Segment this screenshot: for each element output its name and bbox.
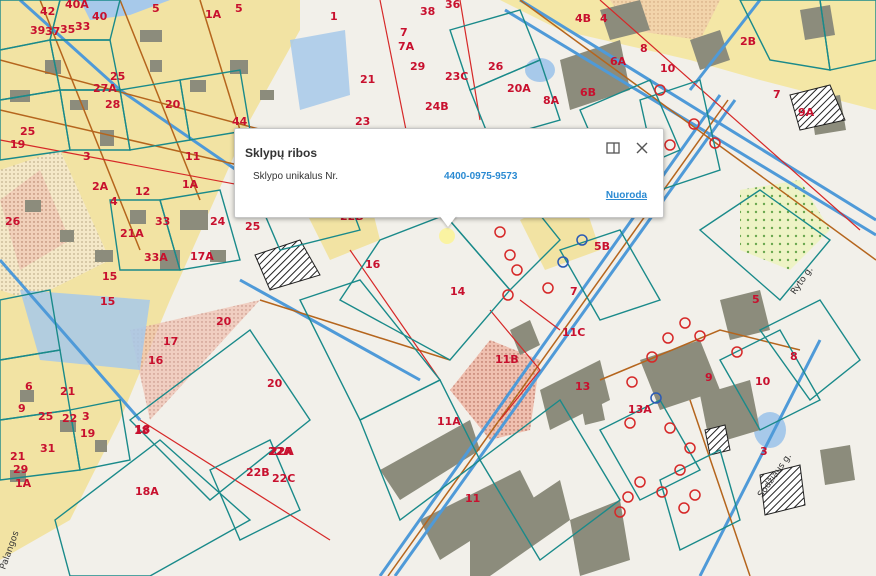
parcel-label: 2B — [740, 35, 756, 48]
parcel-label: 8 — [640, 42, 648, 55]
parcel-label: 22 — [62, 412, 77, 425]
parcel-label: 4 — [110, 195, 118, 208]
parcel-label: 9 — [705, 371, 713, 384]
maximize-icon[interactable] — [605, 140, 621, 156]
parcel-label: 39 — [30, 24, 45, 37]
parcel-id-label: Sklypo unikalus Nr. — [253, 171, 339, 182]
parcel-label: 15 — [100, 295, 115, 308]
parcel-label: 5 — [235, 2, 243, 15]
parcel-label: 26 — [488, 60, 504, 73]
parcel-label: 29 — [410, 60, 425, 73]
parcel-label: 7 — [400, 26, 408, 39]
parcel-label: 21 — [60, 385, 75, 398]
parcel-label: 31 — [40, 442, 55, 455]
parcel-label: 13A — [628, 403, 652, 416]
parcel-label: 27A — [93, 82, 117, 95]
parcel-label: 18A — [135, 485, 159, 498]
parcel-label: 1A — [15, 477, 32, 490]
parcel-label: 9A — [798, 106, 815, 119]
parcel-label: 9 — [18, 402, 26, 415]
parcel-id-value[interactable]: 4400-0975-9573 — [444, 171, 517, 182]
parcel-label: 11A — [437, 415, 461, 428]
parcel-label: 25 — [38, 410, 53, 423]
parcel-label: 36 — [445, 0, 461, 11]
parcel-label: 16 — [148, 354, 164, 367]
parcel-label: 1A — [205, 8, 222, 21]
parcel-label: 11B — [495, 353, 519, 366]
parcel-label: 6B — [580, 86, 596, 99]
parcel-label: 6 — [25, 380, 33, 393]
parcel-label: 29 — [13, 463, 28, 476]
parcel-label: 33 — [75, 20, 90, 33]
parcel-label: 3 — [83, 150, 91, 163]
parcel-label: 22A — [270, 445, 294, 458]
parcel-label: 6A — [610, 55, 627, 68]
cadastral-map[interactable]: 40A405 1A 54B 42B4239 37 35 3338362620A8A6B6A8… — [0, 0, 876, 576]
parcel-label: 11C — [562, 326, 585, 339]
parcel-label: 18 — [134, 424, 149, 437]
parcel-info-popup: Sklypų ribos Sklypo unikalus Nr. 4400-09… — [234, 128, 664, 218]
parcel-label: 19 — [10, 138, 25, 151]
parcel-label: 26 — [5, 215, 21, 228]
parcel-label: 20 — [216, 315, 232, 328]
parcel-label: 22B — [246, 466, 270, 479]
parcel-label: 14 — [450, 285, 466, 298]
parcel-label: 8A — [543, 94, 560, 107]
parcel-label: 21A — [120, 227, 144, 240]
parcel-label: 7 — [570, 285, 578, 298]
parcel-label: 44 — [232, 115, 248, 128]
parcel-label: 8 — [790, 350, 798, 363]
parcel-label: 21 — [10, 450, 25, 463]
parcel-label: 22C — [272, 472, 295, 485]
parcel-label: 16 — [365, 258, 381, 271]
parcel-label: 4 — [600, 12, 608, 25]
parcel-label: 24 — [210, 215, 226, 228]
parcel-label: 3 — [760, 445, 768, 458]
close-icon[interactable] — [634, 140, 650, 156]
parcel-label: 7A — [398, 40, 415, 53]
parcel-label: 3 — [82, 410, 90, 423]
parcel-label: 38 — [420, 5, 435, 18]
parcel-label: 21 — [360, 73, 375, 86]
parcel-label: 33A — [144, 251, 168, 264]
parcel-label: 15 — [102, 270, 117, 283]
popup-link[interactable]: Nuoroda — [606, 190, 647, 201]
parcel-label: 10 — [660, 62, 676, 75]
parcel-label: 10 — [755, 375, 771, 388]
parcel-label: 17 — [163, 335, 178, 348]
parcel-label: 40A — [65, 0, 89, 11]
parcel-label: 24B — [425, 100, 449, 113]
parcel-label: 25 — [20, 125, 35, 138]
parcel-label: 33 — [155, 215, 170, 228]
parcel-label: 7 — [773, 88, 781, 101]
parcel-label: 17A — [190, 250, 214, 263]
parcel-label: 28 — [105, 98, 120, 111]
parcel-label: 11 — [185, 150, 200, 163]
parcel-label: 23C — [445, 70, 468, 83]
parcel-label: 40 — [92, 10, 108, 23]
parcel-label: 25 — [245, 220, 260, 233]
popup-title: Sklypų ribos — [245, 146, 318, 160]
parcel-label: 4B — [575, 12, 591, 25]
parcel-label: 25 — [110, 70, 125, 83]
parcel-label: 42 — [40, 5, 55, 18]
parcel-label: 5B — [594, 240, 610, 253]
parcel-label: 13 — [575, 380, 590, 393]
parcel-label: 11 — [465, 492, 480, 505]
parcel-label: 23 — [355, 115, 370, 128]
parcel-label: 1 — [330, 10, 338, 23]
parcel-label: 2A — [92, 180, 109, 193]
parcel-label: 20 — [165, 98, 181, 111]
parcel-label: 5 — [152, 2, 160, 15]
parcel-label: 20 — [267, 377, 283, 390]
parcel-label: 5 — [752, 293, 760, 306]
parcel-label: 37 — [45, 25, 60, 38]
parcel-label: 19 — [80, 427, 95, 440]
parcel-label: 35 — [60, 23, 75, 36]
parcel-label: 20A — [507, 82, 531, 95]
selected-point — [439, 228, 455, 244]
parcel-label: 1A — [182, 178, 199, 191]
popup-pointer — [439, 215, 457, 227]
parcel-label: 12 — [135, 185, 150, 198]
